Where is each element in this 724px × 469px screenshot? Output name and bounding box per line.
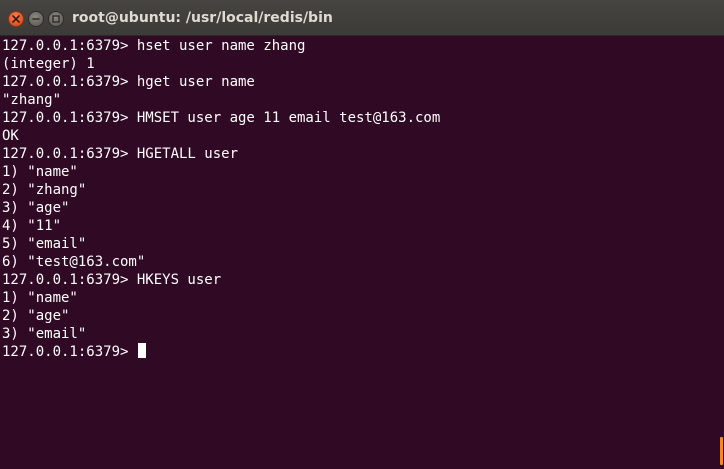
terminal-line: 1) "name" bbox=[2, 290, 78, 306]
terminal-line: 127.0.0.1:6379> HMSET user age 11 email … bbox=[2, 110, 441, 126]
terminal-line: 4) "11" bbox=[2, 218, 62, 234]
minimize-button[interactable] bbox=[28, 11, 44, 27]
close-button[interactable] bbox=[8, 11, 24, 27]
text-cursor bbox=[137, 343, 146, 358]
terminal-line: 3) "age" bbox=[2, 200, 70, 216]
terminal-line: 6) "test@163.com" bbox=[2, 254, 146, 270]
minimize-icon bbox=[32, 18, 40, 20]
maximize-button[interactable] bbox=[48, 11, 64, 27]
terminal-line: (integer) 1 bbox=[2, 56, 95, 72]
terminal-output[interactable]: 127.0.0.1:6379> hset user name zhang (in… bbox=[0, 36, 716, 469]
title-bar[interactable]: root@ubuntu: /usr/local/redis/bin bbox=[0, 0, 724, 36]
scrollbar[interactable] bbox=[716, 36, 724, 469]
terminal-line: 127.0.0.1:6379> hget user name bbox=[2, 74, 255, 90]
current-prompt: 127.0.0.1:6379> bbox=[2, 344, 137, 360]
terminal-line: 2) "age" bbox=[2, 308, 70, 324]
terminal-window: root@ubuntu: /usr/local/redis/bin 127.0.… bbox=[0, 0, 724, 469]
maximize-icon bbox=[52, 15, 60, 23]
terminal-line: 127.0.0.1:6379> HKEYS user bbox=[2, 272, 222, 288]
terminal-line: 1) "name" bbox=[2, 164, 78, 180]
close-icon bbox=[12, 15, 20, 23]
current-prompt-line[interactable]: 127.0.0.1:6379> bbox=[2, 343, 716, 361]
window-title: root@ubuntu: /usr/local/redis/bin bbox=[72, 10, 333, 26]
terminal-line: 2) "zhang" bbox=[2, 182, 87, 198]
terminal-line: OK bbox=[2, 128, 19, 144]
terminal-line: 127.0.0.1:6379> hset user name zhang bbox=[2, 38, 306, 54]
scrollbar-thumb[interactable] bbox=[720, 437, 723, 465]
terminal-line: 127.0.0.1:6379> HGETALL user bbox=[2, 146, 239, 162]
terminal-line: 5) "email" bbox=[2, 236, 87, 252]
terminal-line: 3) "email" bbox=[2, 326, 87, 342]
terminal-line: "zhang" bbox=[2, 92, 62, 108]
